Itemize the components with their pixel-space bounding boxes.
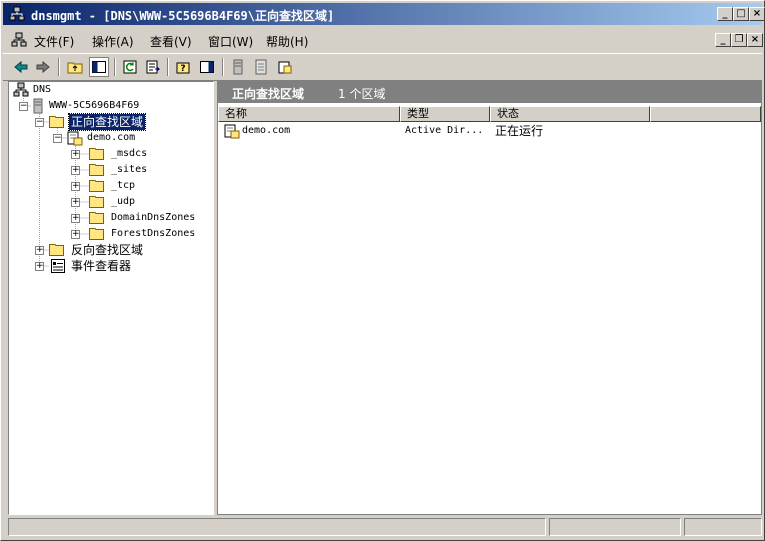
status-cell xyxy=(549,518,681,536)
column-header-name[interactable]: 名称 xyxy=(218,106,400,122)
help-button[interactable]: ? xyxy=(173,57,193,77)
menu-file[interactable]: 文件(F) xyxy=(34,33,74,50)
tree-label: DNS xyxy=(33,84,52,95)
toolbar: ? xyxy=(3,53,762,81)
svg-text:?: ? xyxy=(180,64,185,74)
zone-icon xyxy=(67,131,83,146)
zone-status: 正在运行 xyxy=(495,124,544,138)
folder-icon xyxy=(89,164,104,176)
folder-icon xyxy=(89,196,104,208)
document-button[interactable] xyxy=(251,57,271,77)
forward-button[interactable] xyxy=(33,57,53,77)
console-tree-icon xyxy=(92,61,106,73)
folder-icon xyxy=(89,180,104,192)
expand-icon[interactable]: + xyxy=(35,262,44,271)
refresh-button[interactable] xyxy=(120,57,140,77)
refresh-icon xyxy=(123,60,137,74)
zone-icon xyxy=(224,124,240,139)
details-title: 正向查找区域 xyxy=(232,87,305,101)
status-bar xyxy=(8,518,762,536)
folder-open-icon xyxy=(49,116,64,128)
status-cell xyxy=(684,518,762,536)
column-header-status[interactable]: 状态 xyxy=(490,106,650,122)
menu-window[interactable]: 窗口(W) xyxy=(208,33,253,50)
tree-label: _sites xyxy=(111,164,148,175)
expand-icon[interactable]: + xyxy=(71,230,80,239)
server-button[interactable] xyxy=(228,57,248,77)
folder-icon xyxy=(49,244,64,256)
action-pane-icon xyxy=(200,61,214,73)
folder-icon xyxy=(89,212,104,224)
column-header-type[interactable]: 类型 xyxy=(400,106,490,122)
tree-label: 反向查找区域 xyxy=(71,243,144,257)
folder-icon xyxy=(89,228,104,240)
tree-label: DomainDnsZones xyxy=(111,212,196,223)
menu-action[interactable]: 操作(A) xyxy=(92,33,134,50)
toolbar-separator xyxy=(167,58,169,76)
menu-view[interactable]: 查看(V) xyxy=(150,33,192,50)
collapse-icon[interactable]: − xyxy=(53,134,62,143)
tree-label: 事件查看器 xyxy=(71,259,132,273)
collapse-icon[interactable]: − xyxy=(19,102,28,111)
toolbar-separator xyxy=(222,58,224,76)
show-hide-action-pane-button[interactable] xyxy=(197,57,217,77)
export-list-button[interactable] xyxy=(143,57,163,77)
event-viewer-icon xyxy=(51,259,65,273)
details-pane: 正向查找区域 1 个区域 名称 类型 状态 demo.com Active Di… xyxy=(217,81,762,515)
tree-label: WWW-5C5696B4F69 xyxy=(49,100,140,111)
folder-icon xyxy=(89,148,104,160)
title-bar[interactable]: dnsmgmt - [DNS\WWW-5C5696B4F69\正向查找区域] _… xyxy=(3,3,765,25)
up-folder-icon xyxy=(67,62,83,74)
zone-name: demo.com xyxy=(242,125,291,136)
expand-icon[interactable]: + xyxy=(35,246,44,255)
dns-icon xyxy=(13,82,29,97)
menu-bar: 文件(F) 操作(A) 查看(V) 窗口(W) 帮助(H) _ ❐ × xyxy=(3,28,763,52)
tree-label-selected: 正向查找区域 xyxy=(67,113,147,131)
forward-arrow-icon xyxy=(36,60,50,74)
tree-label: _udp xyxy=(111,196,136,207)
expand-icon[interactable]: + xyxy=(71,214,80,223)
server-icon xyxy=(233,59,243,75)
show-hide-console-tree-button[interactable] xyxy=(89,57,109,77)
export-list-icon xyxy=(146,60,160,74)
mmc-window: dnsmgmt - [DNS\WWW-5C5696B4F69\正向查找区域] _… xyxy=(0,0,765,541)
close-button[interactable]: × xyxy=(749,7,765,21)
back-button[interactable] xyxy=(11,57,31,77)
menu-help[interactable]: 帮助(H) xyxy=(266,33,308,50)
list-item[interactable]: demo.com Active Dir... 正在运行 xyxy=(218,123,761,139)
minimize-button[interactable]: _ xyxy=(717,7,733,21)
dns-console-icon[interactable] xyxy=(11,32,27,48)
zone-button[interactable] xyxy=(275,57,295,77)
mdi-minimize-button[interactable]: _ xyxy=(715,33,731,47)
mdi-close-button[interactable]: × xyxy=(747,33,763,47)
expand-icon[interactable]: + xyxy=(71,182,80,191)
up-one-level-button[interactable] xyxy=(65,57,85,77)
expand-icon[interactable]: + xyxy=(71,198,80,207)
toolbar-separator xyxy=(58,58,60,76)
expand-icon[interactable]: + xyxy=(71,166,80,175)
details-header: 正向查找区域 1 个区域 xyxy=(218,82,761,103)
column-header-filler xyxy=(650,106,761,122)
status-cell xyxy=(8,518,546,536)
collapse-icon[interactable]: − xyxy=(35,118,44,127)
tree-label: _tcp xyxy=(111,180,136,191)
dns-app-icon xyxy=(9,6,25,21)
console-tree-pane[interactable]: DNS − WWW-5C5696B4F69 − 正向查找区域 − demo.co… xyxy=(8,81,214,515)
help-icon: ? xyxy=(176,62,190,74)
maximize-button[interactable]: □ xyxy=(733,7,749,21)
window-title: dnsmgmt - [DNS\WWW-5C5696B4F69\正向查找区域] xyxy=(31,9,335,23)
zone-count: 1 个区域 xyxy=(338,87,386,101)
tree-label: demo.com xyxy=(87,132,136,143)
toolbar-separator xyxy=(114,58,116,76)
back-arrow-icon xyxy=(14,60,28,74)
document-icon xyxy=(255,59,267,75)
zone-type: Active Dir... xyxy=(405,125,484,136)
expand-icon[interactable]: + xyxy=(71,150,80,159)
tree-label: ForestDnsZones xyxy=(111,228,196,239)
zone-icon xyxy=(278,61,292,74)
server-icon xyxy=(33,98,43,114)
tree-label: _msdcs xyxy=(111,148,148,159)
mdi-restore-button[interactable]: ❐ xyxy=(731,33,747,47)
